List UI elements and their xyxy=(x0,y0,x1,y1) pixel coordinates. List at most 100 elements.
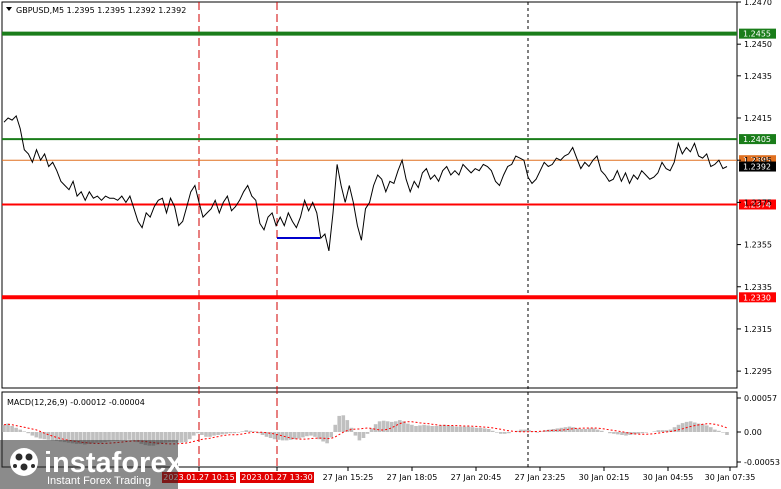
macd-bar xyxy=(127,432,131,440)
macd-bar xyxy=(591,428,596,432)
macd-bar xyxy=(284,432,289,441)
macd-bar xyxy=(398,420,402,432)
macd-bar xyxy=(680,423,685,432)
macd-bar xyxy=(325,432,329,444)
macd-bar xyxy=(22,431,26,432)
trading-chart[interactable]: GBPUSD,M5 1.2395 1.2395 1.2392 1.2392 1.… xyxy=(0,0,781,489)
x-tick-label: 27 Jan 23:25 xyxy=(515,473,566,482)
macd-bar xyxy=(414,426,418,432)
macd-bar xyxy=(321,432,325,442)
x-tick-label: 2023.01.27 13:30 xyxy=(241,473,312,482)
macd-bar xyxy=(608,432,612,434)
macd-bar xyxy=(676,424,681,432)
macd-bar xyxy=(478,427,483,432)
macd-bar xyxy=(377,421,382,432)
macd-bar xyxy=(495,432,499,433)
y-tick-label: 1.2335 xyxy=(744,283,772,292)
x-tick-label: 30 Jan 07:35 xyxy=(705,473,756,482)
macd-bar xyxy=(365,432,370,434)
macd-bar xyxy=(672,427,677,432)
price-axis: 1.2470 1.2450 1.2435 1.2415 1.2395 1.2375 1.23… xyxy=(737,0,772,376)
macd-bar xyxy=(725,432,729,435)
dropdown-triangle-icon[interactable] xyxy=(6,7,12,11)
macd-bar xyxy=(575,428,580,432)
macd-bar xyxy=(709,427,713,432)
macd-tick-bottom: -0.00053 xyxy=(744,458,780,467)
macd-bar xyxy=(656,430,661,432)
macd-bar xyxy=(131,432,136,441)
macd-bar xyxy=(717,430,721,432)
y-tick-label: 1.2450 xyxy=(744,40,772,49)
x-tick-label: 27 Jan 18:05 xyxy=(387,473,438,482)
macd-bar xyxy=(474,427,479,432)
macd-bar xyxy=(2,424,6,432)
macd-bar xyxy=(184,432,188,443)
macd-bar xyxy=(192,432,196,436)
macd-bar xyxy=(684,421,689,432)
macd-bar xyxy=(188,432,192,440)
macd-bar xyxy=(373,424,378,432)
macd-bar xyxy=(466,426,471,432)
level-value-support: 1.2330 xyxy=(743,293,771,302)
x-tick-label: 30 Jan 04:55 xyxy=(643,473,694,482)
macd-bar xyxy=(430,426,434,432)
macd-bar xyxy=(410,424,414,432)
macd-bar xyxy=(196,432,200,434)
macd-bar xyxy=(341,415,346,432)
macd-bar xyxy=(503,432,507,434)
macd-bar xyxy=(438,425,442,432)
macd-bar xyxy=(458,426,463,432)
macd-bar xyxy=(54,432,59,441)
macd-bar xyxy=(418,425,422,432)
macd-bar xyxy=(46,432,51,440)
macd-bar xyxy=(450,426,455,432)
instaforex-watermark: instaforex Instant Forex Trading xyxy=(0,440,183,489)
macd-label: MACD(12,26,9) -0.00012 -0.00004 xyxy=(7,398,145,407)
y-tick-label: 1.2395 xyxy=(744,156,772,165)
macd-bar xyxy=(200,432,204,435)
macd-bar xyxy=(353,432,358,436)
y-tick-label: 1.2435 xyxy=(744,72,772,81)
macd-bar xyxy=(462,426,467,432)
macd-bar xyxy=(507,432,511,434)
macd-bar xyxy=(305,432,309,437)
x-tick-label: 30 Jan 02:15 xyxy=(579,473,630,482)
macd-bar xyxy=(38,432,43,439)
macd-bar xyxy=(236,432,241,433)
macd-bar xyxy=(244,430,249,432)
macd-bar xyxy=(422,424,426,432)
macd-bar xyxy=(18,429,22,432)
macd-bar xyxy=(272,432,277,440)
time-axis: 2023.01.27 10:15 2023.01.27 13:30 27 Jan 1… xyxy=(162,467,755,483)
level-value-resistance: 1.2405 xyxy=(743,135,771,144)
macd-tick-zero: 0.00 xyxy=(744,428,762,437)
price-panel-frame xyxy=(1,1,738,389)
watermark-tagline: Instant Forex Trading xyxy=(47,475,151,487)
macd-bar xyxy=(208,432,212,437)
macd-bar xyxy=(179,432,184,443)
macd-bar xyxy=(216,432,220,435)
x-tick-label: 27 Jan 20:45 xyxy=(451,473,502,482)
macd-bar xyxy=(486,429,491,432)
macd-bar xyxy=(587,428,592,432)
macd-bar xyxy=(252,431,257,432)
chart-title: GBPUSD,M5 1.2395 1.2395 1.2392 1.2392 xyxy=(6,6,186,15)
macd-bar xyxy=(406,423,410,432)
macd-bar xyxy=(276,432,281,440)
macd-bar xyxy=(119,432,123,441)
macd-bar xyxy=(220,432,224,435)
macd-bar xyxy=(692,422,697,432)
macd-bar xyxy=(652,431,657,432)
macd-bar xyxy=(232,432,236,434)
macd-bar xyxy=(240,431,245,432)
y-tick-label: 1.2315 xyxy=(744,325,772,334)
macd-bar xyxy=(14,427,18,432)
macd-bar xyxy=(385,421,390,432)
horizontal-levels[interactable]: 1.24551.24051.23951.23921.23741.2330 xyxy=(2,28,776,303)
macd-bar xyxy=(640,432,644,434)
macd-bar xyxy=(490,430,495,432)
macd-bar xyxy=(369,428,374,432)
macd-bar xyxy=(115,432,119,441)
macd-bar xyxy=(705,425,709,432)
macd-bar xyxy=(228,432,232,434)
